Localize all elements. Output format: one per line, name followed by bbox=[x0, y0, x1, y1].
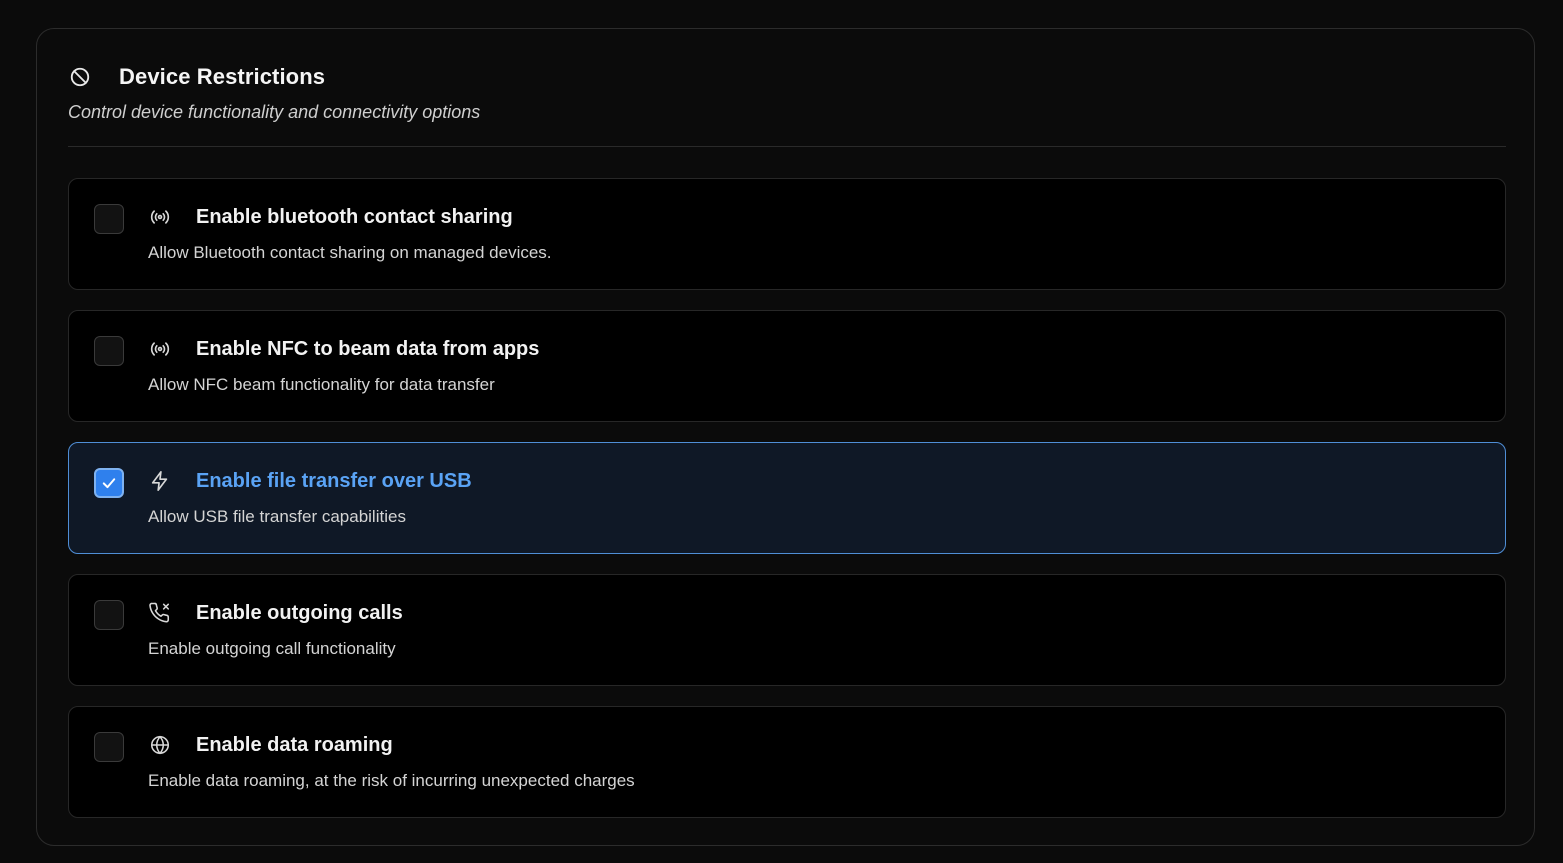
divider bbox=[68, 146, 1506, 147]
radio-waves-icon bbox=[148, 337, 172, 361]
option-nfc-beam[interactable]: Enable NFC to beam data from apps Allow … bbox=[68, 310, 1506, 422]
lightning-icon bbox=[148, 469, 172, 493]
phone-missed-icon bbox=[148, 601, 172, 625]
option-description: Enable data roaming, at the risk of incu… bbox=[148, 771, 635, 790]
ban-icon bbox=[68, 65, 92, 89]
option-title: Enable file transfer over USB bbox=[196, 470, 472, 492]
option-title: Enable NFC to beam data from apps bbox=[196, 338, 540, 360]
option-outgoing-calls[interactable]: Enable outgoing calls Enable outgoing ca… bbox=[68, 574, 1506, 686]
option-title: Enable data roaming bbox=[196, 734, 393, 756]
data-roaming-checkbox[interactable] bbox=[94, 732, 124, 762]
option-description: Allow NFC beam functionality for data tr… bbox=[148, 375, 495, 394]
panel-title: Device Restrictions bbox=[119, 64, 326, 89]
panel-header: Device Restrictions bbox=[68, 61, 325, 93]
usb-file-transfer-checkbox[interactable] bbox=[94, 468, 124, 498]
option-title: Enable outgoing calls bbox=[196, 602, 403, 624]
option-title: Enable bluetooth contact sharing bbox=[196, 206, 513, 228]
option-description: Allow USB file transfer capabilities bbox=[148, 507, 406, 526]
restriction-options-list: Enable bluetooth contact sharing Allow B… bbox=[68, 178, 1506, 838]
option-description: Allow Bluetooth contact sharing on manag… bbox=[148, 243, 552, 262]
bluetooth-contact-sharing-checkbox[interactable] bbox=[94, 204, 124, 234]
panel-subtitle: Control device functionality and connect… bbox=[68, 102, 481, 122]
radio-waves-icon bbox=[148, 205, 172, 229]
device-restrictions-panel: Device Restrictions Control device funct… bbox=[36, 28, 1535, 846]
outgoing-calls-checkbox[interactable] bbox=[94, 600, 124, 630]
nfc-beam-checkbox[interactable] bbox=[94, 336, 124, 366]
option-description: Enable outgoing call functionality bbox=[148, 639, 396, 658]
option-usb-file-transfer[interactable]: Enable file transfer over USB Allow USB … bbox=[68, 442, 1506, 554]
option-bluetooth-contact-sharing[interactable]: Enable bluetooth contact sharing Allow B… bbox=[68, 178, 1506, 290]
globe-icon bbox=[148, 733, 172, 757]
checkmark-icon bbox=[102, 478, 116, 489]
option-data-roaming[interactable]: Enable data roaming Enable data roaming,… bbox=[68, 706, 1506, 818]
